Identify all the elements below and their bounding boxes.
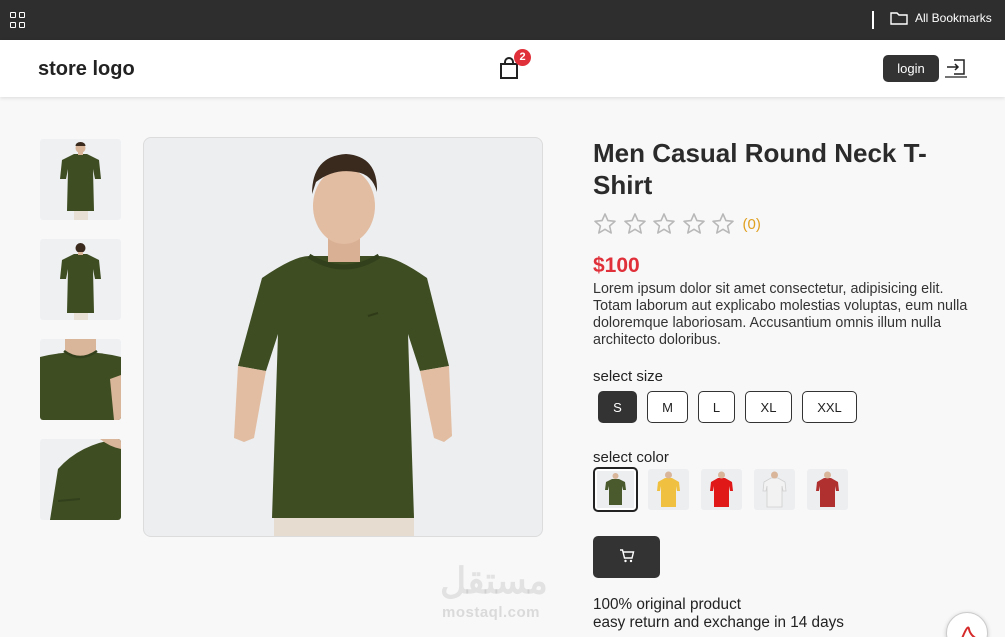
note-original-product: 100% original product bbox=[593, 596, 741, 613]
rating-stars[interactable]: (0) bbox=[593, 212, 761, 236]
thumbnail-front[interactable] bbox=[40, 139, 121, 220]
size-button-xxl[interactable]: XXL bbox=[802, 391, 857, 423]
cart-icon bbox=[619, 548, 634, 562]
pdf-floating-button[interactable] bbox=[946, 612, 988, 637]
cart-count-badge: 2 bbox=[514, 49, 531, 66]
tshirt-collar-closeup-image bbox=[40, 339, 121, 420]
star-icon[interactable] bbox=[593, 212, 617, 236]
size-label: select size bbox=[593, 368, 664, 385]
add-to-cart-button[interactable] bbox=[593, 536, 660, 578]
store-header: store logo 2 login bbox=[0, 40, 1005, 97]
rating-count: (0) bbox=[742, 215, 761, 233]
color-swatch-maroon[interactable] bbox=[807, 469, 848, 510]
main-product-image[interactable] bbox=[143, 137, 543, 537]
color-label: select color bbox=[593, 449, 669, 466]
thumbnail-collar[interactable] bbox=[40, 339, 121, 420]
size-button-xl[interactable]: XL bbox=[745, 391, 792, 423]
tshirt-olive-image bbox=[597, 471, 634, 508]
star-icon[interactable] bbox=[652, 212, 676, 236]
tshirt-maroon-image bbox=[816, 471, 839, 507]
star-icon[interactable] bbox=[623, 212, 647, 236]
color-swatch-olive[interactable] bbox=[593, 467, 638, 512]
store-logo[interactable]: store logo bbox=[38, 58, 135, 81]
star-icon[interactable] bbox=[711, 212, 735, 236]
login-arrow-icon[interactable] bbox=[945, 58, 967, 78]
color-swatch-yellow[interactable] bbox=[648, 469, 689, 510]
note-return-policy: easy return and exchange in 14 days bbox=[593, 614, 844, 631]
thumbnail-back[interactable] bbox=[40, 239, 121, 320]
all-bookmarks-button[interactable]: All Bookmarks bbox=[890, 11, 992, 25]
color-swatch-white[interactable] bbox=[754, 469, 795, 510]
thumbnail-sleeve[interactable] bbox=[40, 439, 121, 520]
bookmarks-divider bbox=[872, 11, 874, 29]
acrobat-pdf-icon bbox=[961, 626, 976, 637]
watermark-arabic: مستقل bbox=[440, 560, 548, 601]
product-price: $100 bbox=[593, 254, 640, 277]
watermark-latin: mostaql.com bbox=[442, 604, 541, 621]
product-description: Lorem ipsum dolor sit amet consectetur, … bbox=[593, 281, 968, 348]
tshirt-sleeve-closeup-image bbox=[50, 439, 121, 520]
all-bookmarks-label: All Bookmarks bbox=[915, 11, 992, 25]
tshirt-front-image bbox=[60, 142, 101, 220]
apps-grid-icon[interactable] bbox=[10, 12, 26, 28]
star-icon[interactable] bbox=[682, 212, 706, 236]
size-button-m[interactable]: M bbox=[647, 391, 688, 423]
tshirt-back-image bbox=[60, 243, 101, 320]
size-button-l[interactable]: L bbox=[698, 391, 735, 423]
size-button-s[interactable]: S bbox=[598, 391, 637, 423]
tshirt-red-image bbox=[710, 471, 733, 507]
tshirt-white-image bbox=[762, 471, 787, 508]
tshirt-yellow-image bbox=[657, 471, 680, 507]
product-title: Men Casual Round Neck T-Shirt bbox=[593, 138, 927, 200]
tshirt-model-image bbox=[234, 154, 452, 536]
folder-icon bbox=[890, 12, 908, 25]
bookmarks-bar: All Bookmarks bbox=[0, 0, 1005, 40]
color-swatch-red[interactable] bbox=[701, 469, 742, 510]
login-button[interactable]: login bbox=[883, 55, 939, 82]
